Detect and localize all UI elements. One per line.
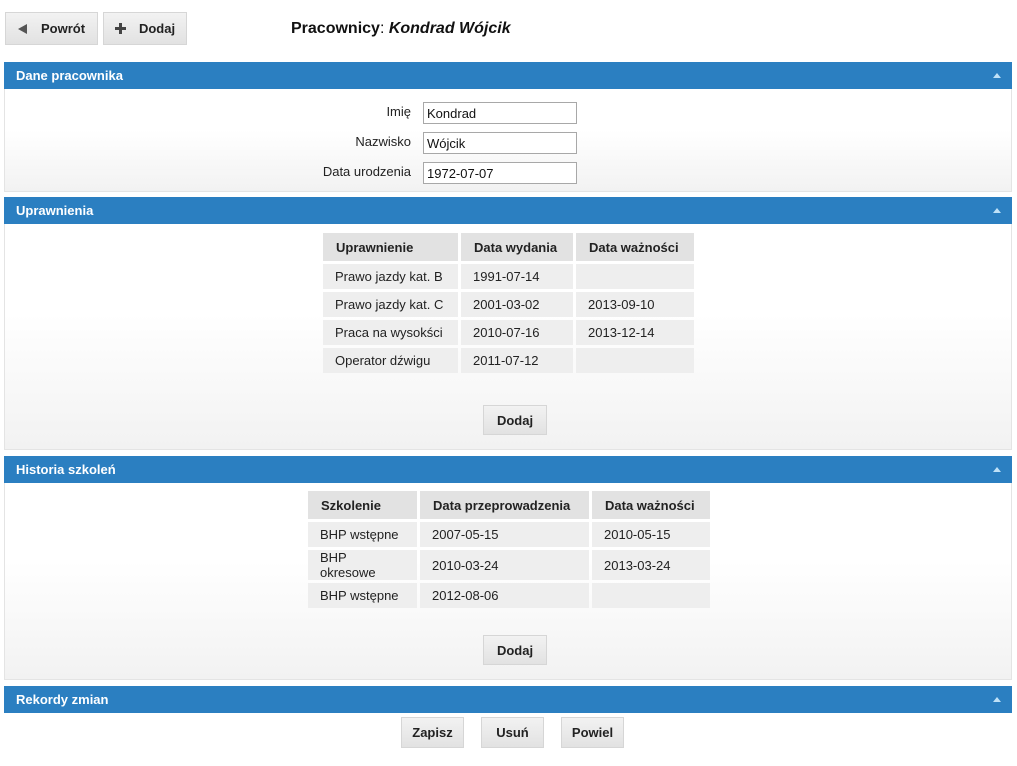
table-cell: BHP wstępne — [308, 522, 417, 547]
table-cell: Prawo jazdy kat. C — [323, 292, 458, 317]
page-title-prefix: Pracownicy — [291, 20, 380, 37]
trainings-table: Szkolenie Data przeprowadzenia Data ważn… — [305, 488, 713, 611]
save-button-label: Zapisz — [412, 725, 453, 740]
column-header: Uprawnienie — [323, 233, 458, 261]
last-name-field[interactable] — [423, 132, 577, 154]
table-cell: 2013-03-24 — [592, 550, 710, 580]
table-row[interactable]: BHP wstępne 2012-08-06 — [308, 583, 710, 608]
table-cell: 2001-03-02 — [461, 292, 573, 317]
arrow-left-icon — [17, 23, 27, 34]
column-header: Szkolenie — [308, 491, 417, 519]
table-cell: 2013-12-14 — [576, 320, 694, 345]
permissions-table: Uprawnienie Data wydania Data ważności P… — [320, 230, 697, 376]
add-button[interactable]: Dodaj — [103, 12, 187, 45]
back-button[interactable]: Powrót — [5, 12, 98, 45]
table-cell: 2012-08-06 — [420, 583, 589, 608]
add-permission-label: Dodaj — [496, 412, 534, 428]
section-title: Dane pracownika — [16, 68, 123, 83]
table-row[interactable]: BHP okresowe 2010-03-24 2013-03-24 — [308, 550, 710, 580]
table-cell: 2010-03-24 — [420, 550, 589, 580]
table-header-row: Szkolenie Data przeprowadzenia Data ważn… — [308, 491, 710, 519]
section-header-permissions[interactable]: Uprawnienia — [4, 197, 1012, 224]
column-header: Data ważności — [592, 491, 710, 519]
table-cell — [576, 348, 694, 373]
table-cell: Operator dźwigu — [323, 348, 458, 373]
section-header-trainings[interactable]: Historia szkoleń — [4, 456, 1012, 483]
delete-button[interactable]: Usuń — [481, 717, 544, 748]
table-row[interactable]: Prawo jazdy kat. B 1991-07-14 — [323, 264, 694, 289]
save-button[interactable]: Zapisz — [401, 717, 464, 748]
table-row[interactable]: Operator dźwigu 2011-07-12 — [323, 348, 694, 373]
birth-date-label: Data urodzenia — [322, 164, 411, 179]
section-title: Historia szkoleń — [16, 462, 116, 477]
add-permission-button[interactable]: Dodaj — [483, 405, 547, 435]
first-name-field[interactable] — [423, 102, 577, 124]
section-title: Uprawnienia — [16, 203, 94, 218]
add-training-label: Dodaj — [496, 642, 534, 658]
back-button-label: Powrót — [40, 21, 86, 36]
collapse-caret-icon[interactable] — [993, 208, 1001, 213]
table-cell: 1991-07-14 — [461, 264, 573, 289]
duplicate-button[interactable]: Powiel — [561, 717, 624, 748]
table-row[interactable]: Prawo jazdy kat. C 2001-03-02 2013-09-10 — [323, 292, 694, 317]
table-header-row: Uprawnienie Data wydania Data ważności — [323, 233, 694, 261]
add-training-button[interactable]: Dodaj — [483, 635, 547, 665]
table-cell: BHP wstępne — [308, 583, 417, 608]
section-title: Rekordy zmian — [16, 692, 109, 707]
add-button-label: Dodaj — [138, 21, 176, 36]
column-header: Data przeprowadzenia — [420, 491, 589, 519]
table-row[interactable]: Praca na wysokści 2010-07-16 2013-12-14 — [323, 320, 694, 345]
table-row[interactable]: BHP wstępne 2007-05-15 2010-05-15 — [308, 522, 710, 547]
section-header-employee[interactable]: Dane pracownika — [4, 62, 1012, 89]
table-cell: Prawo jazdy kat. B — [323, 264, 458, 289]
collapse-caret-icon[interactable] — [993, 73, 1001, 78]
section-body-permissions: Uprawnienie Data wydania Data ważności P… — [4, 224, 1012, 450]
table-cell: Praca na wysokści — [323, 320, 458, 345]
last-name-label: Nazwisko — [355, 134, 411, 149]
column-header: Data ważności — [576, 233, 694, 261]
table-cell: 2010-07-16 — [461, 320, 573, 345]
table-cell: 2013-09-10 — [576, 292, 694, 317]
table-cell: BHP okresowe — [308, 550, 417, 580]
table-cell — [576, 264, 694, 289]
birth-date-field[interactable] — [423, 162, 577, 184]
page-title-separator: : — [379, 20, 389, 37]
section-body-trainings: Szkolenie Data przeprowadzenia Data ważn… — [4, 483, 1012, 680]
collapse-caret-icon[interactable] — [993, 697, 1001, 702]
duplicate-button-label: Powiel — [571, 725, 614, 740]
column-header: Data wydania — [461, 233, 573, 261]
plus-icon — [114, 23, 126, 34]
collapse-caret-icon[interactable] — [993, 467, 1001, 472]
table-cell — [592, 583, 710, 608]
section-body-employee: Imię Nazwisko Data urodzenia — [4, 89, 1012, 192]
section-header-changes[interactable]: Rekordy zmian — [4, 686, 1012, 713]
delete-button-label: Usuń — [496, 725, 529, 740]
table-cell: 2011-07-12 — [461, 348, 573, 373]
page-title: Pracownicy: Kondrad Wójcik — [291, 20, 511, 38]
first-name-label: Imię — [386, 104, 411, 119]
employee-name: Kondrad Wójcik — [388, 20, 511, 37]
table-cell: 2007-05-15 — [420, 522, 589, 547]
table-cell: 2010-05-15 — [592, 522, 710, 547]
